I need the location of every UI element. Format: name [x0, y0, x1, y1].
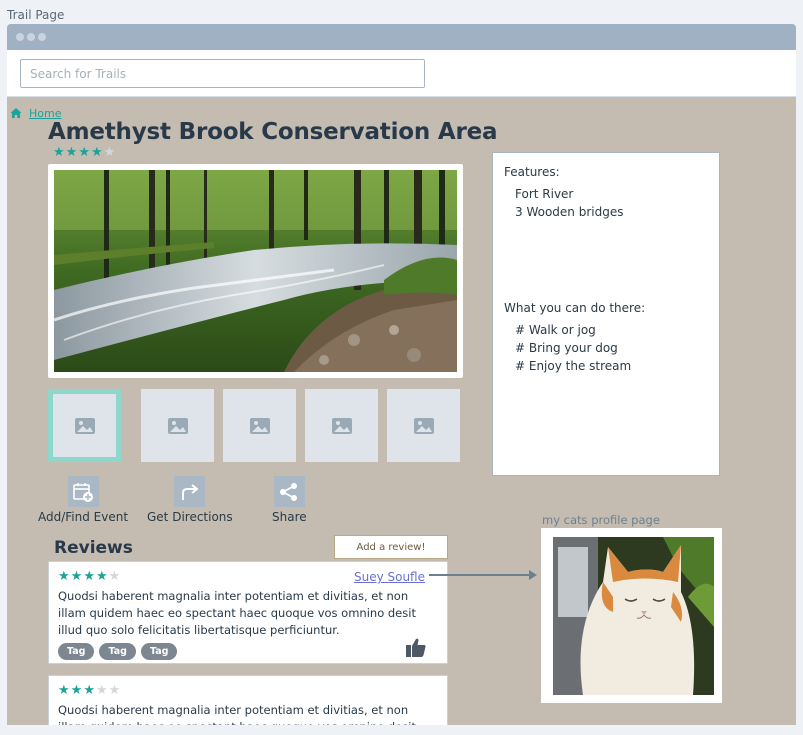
activity-item: # Bring your dog — [515, 341, 618, 355]
add-find-event-label: Add/Find Event — [38, 510, 129, 524]
star-icon: ★ — [65, 145, 78, 160]
browser-window: Home Amethyst Brook Conservation Area ★ … — [7, 24, 796, 725]
star-icon: ★ — [70, 569, 83, 584]
star-icon: ★ — [70, 683, 83, 698]
window-titlebar — [7, 24, 796, 50]
cat-profile-card[interactable] — [541, 528, 722, 703]
star-empty-icon: ★ — [108, 569, 121, 584]
tag-chip[interactable]: Tag — [58, 643, 95, 660]
image-icon — [167, 417, 188, 434]
page-label: Trail Page — [7, 8, 65, 22]
star-empty-icon: ★ — [95, 683, 108, 698]
cat-photo — [553, 537, 714, 695]
search-input[interactable] — [20, 59, 425, 88]
star-empty-icon: ★ — [108, 683, 121, 698]
star-icon: ★ — [83, 683, 95, 698]
thumbnail[interactable] — [141, 389, 214, 462]
star-empty-icon: ★ — [103, 145, 116, 160]
feature-item: 3 Wooden bridges — [515, 205, 624, 219]
tag-chip[interactable]: Tag — [99, 643, 136, 660]
window-dot[interactable] — [27, 33, 35, 41]
add-find-event-button[interactable]: Add/Find Event — [38, 476, 128, 524]
share-label: Share — [272, 510, 307, 524]
feature-item: Fort River — [515, 187, 574, 201]
features-heading: Features: — [504, 165, 560, 179]
thumbs-up-icon[interactable] — [405, 636, 427, 662]
star-icon: ★ — [58, 569, 70, 584]
get-directions-label: Get Directions — [147, 510, 233, 524]
reviewer-link[interactable]: Suey Soufle — [354, 570, 425, 584]
activity-item: # Enjoy the stream — [515, 359, 632, 373]
hero-photo[interactable] — [48, 164, 463, 378]
star-icon: ★ — [78, 145, 90, 160]
features-panel: Features: Fort River 3 Wooden bridges Wh… — [492, 152, 720, 476]
image-icon — [249, 417, 270, 434]
trail-rating: ★ ★ ★ ★ ★ — [53, 146, 115, 159]
profile-label: my cats profile page — [542, 513, 660, 527]
page-title: Amethyst Brook Conservation Area — [48, 119, 498, 145]
calendar-add-icon — [67, 476, 99, 507]
thumbnail[interactable] — [305, 389, 378, 462]
window-dot[interactable] — [38, 33, 46, 41]
thumbnail[interactable] — [48, 389, 121, 462]
share-icon — [273, 476, 305, 507]
review-card: ★ ★ ★ ★ ★ Suey Soufle Quodsi haberent ma… — [48, 561, 448, 664]
star-icon: ★ — [58, 683, 70, 698]
search-bar — [7, 50, 796, 97]
reviews-heading: Reviews — [54, 538, 133, 558]
image-icon — [331, 417, 352, 434]
star-icon: ★ — [90, 145, 103, 160]
get-directions-button[interactable]: Get Directions — [147, 476, 233, 524]
forest-stream-image — [54, 170, 457, 372]
review-card: ★ ★ ★ ★ ★ Quodsi haberent magnalia inter… — [48, 675, 448, 725]
review-rating: ★ ★ ★ ★ ★ — [58, 684, 438, 697]
star-icon: ★ — [83, 569, 95, 584]
arrow-connector — [429, 570, 537, 580]
thumbnail[interactable] — [223, 389, 296, 462]
share-button[interactable]: Share — [272, 476, 307, 524]
review-text: Quodsi haberent magnalia inter potentiam… — [58, 703, 416, 725]
add-review-button[interactable]: Add a review! — [334, 535, 448, 559]
thumbnail[interactable] — [387, 389, 460, 462]
activities-heading: What you can do there: — [504, 301, 646, 315]
star-icon: ★ — [95, 569, 108, 584]
review-text: Quodsi haberent magnalia inter potentiam… — [58, 589, 416, 637]
image-icon — [74, 417, 95, 434]
window-dot[interactable] — [16, 33, 24, 41]
star-icon: ★ — [53, 145, 65, 160]
review-tags: Tag Tag Tag — [58, 643, 438, 660]
home-icon[interactable] — [10, 104, 22, 123]
activity-item: # Walk or jog — [515, 323, 596, 337]
image-icon — [413, 417, 434, 434]
tag-chip[interactable]: Tag — [140, 643, 178, 660]
directions-arrow-icon — [174, 476, 206, 507]
